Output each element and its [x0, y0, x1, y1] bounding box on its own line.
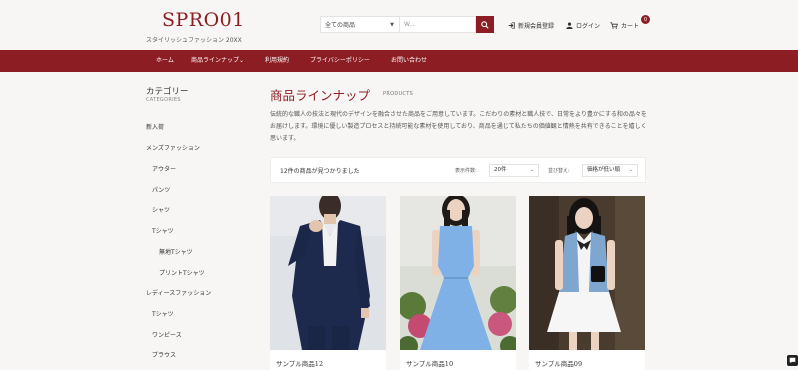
nav-home[interactable]: ホーム — [156, 50, 174, 72]
sidebar-subtitle: CATEGORIES — [146, 97, 181, 103]
product-card[interactable]: サンプル商品12 — [270, 196, 386, 370]
register-link[interactable]: 新規会員登録 — [508, 21, 554, 30]
sidebar-item-ladies[interactable]: レディースファッション — [146, 288, 211, 297]
search-button[interactable] — [476, 16, 494, 33]
product-name[interactable]: サンプル商品10 — [406, 358, 453, 368]
chevron-down-icon: ⌄ — [628, 167, 633, 173]
sign-in-icon — [508, 22, 515, 29]
nav-terms[interactable]: 利用規約 — [265, 50, 289, 72]
sidebar-item-mens[interactable]: メンズファッション — [146, 143, 200, 152]
sidebar-item-onepiece[interactable]: ワンピース — [152, 330, 182, 339]
product-card[interactable]: サンプル商品09 — [529, 196, 645, 370]
cart-icon — [610, 22, 618, 29]
product-image[interactable] — [529, 196, 645, 350]
per-page-select[interactable]: 20件 ⌄ — [489, 164, 539, 177]
per-page-label: 表示件数: — [455, 168, 477, 174]
sidebar-item-new[interactable]: 新入荷 — [146, 122, 164, 131]
chevron-down-icon: ⌄ — [529, 167, 534, 173]
search-bar: 全ての商品 ▼ W... — [320, 16, 494, 33]
product-name[interactable]: サンプル商品09 — [535, 358, 582, 368]
site-header: SPRO01 スタイリッシュファッション 20XX 全ての商品 ▼ W... 新… — [0, 0, 798, 50]
search-icon — [481, 20, 489, 29]
sort-select[interactable]: 価格が低い順 ⌄ — [582, 164, 638, 177]
intro-text: 伝統的な職人の技法と現代のデザインを融合させた商品をご用意しています。こだわりの… — [270, 111, 647, 142]
register-link-label: 新規会員登録 — [518, 23, 555, 30]
nav-products[interactable]: 商品ラインナップ⌄ — [191, 50, 244, 72]
sort-value: 価格が低い順 — [587, 167, 621, 173]
help-button[interactable] — [787, 355, 798, 366]
search-input[interactable]: W... — [400, 16, 476, 33]
site-logo[interactable]: SPRO01 — [162, 9, 245, 31]
site-tagline: スタイリッシュファッション 20XX — [146, 37, 242, 44]
search-input-text: W... — [404, 21, 415, 28]
cart-link-label: カート — [621, 23, 640, 30]
sort-label: 並び替え: — [548, 168, 570, 174]
sidebar-item-blouse[interactable]: ブラウス — [152, 350, 176, 359]
login-link[interactable]: ログイン — [566, 21, 600, 30]
nav-privacy[interactable]: プライバシーポリシー — [310, 50, 370, 72]
sidebar-item-tshirts[interactable]: Tシャツ — [152, 226, 174, 235]
search-category-select[interactable]: 全ての商品 ▼ — [320, 16, 400, 33]
page-title: 商品ラインナップ — [270, 88, 371, 103]
product-card[interactable]: サンプル商品10 — [400, 196, 516, 370]
chat-icon — [789, 357, 796, 364]
cart-count-badge: 0 — [641, 15, 650, 24]
per-page-value: 20件 — [494, 167, 507, 173]
nav-contact[interactable]: お問い合わせ — [391, 50, 427, 72]
page-subtitle: PRODUCTS — [383, 91, 414, 97]
sidebar-item-ladies-tshirts[interactable]: Tシャツ — [152, 309, 174, 318]
sidebar-title: カテゴリー — [146, 87, 189, 97]
sidebar-item-print-tshirts[interactable]: プリントTシャツ — [159, 268, 205, 277]
product-image[interactable] — [400, 196, 516, 350]
product-name[interactable]: サンプル商品12 — [276, 358, 323, 368]
search-category-value: 全ての商品 — [325, 22, 356, 29]
sidebar-item-outer[interactable]: アウター — [152, 164, 176, 173]
product-image[interactable] — [270, 196, 386, 350]
main-nav: ホーム 商品ラインナップ⌄ 利用規約 プライバシーポリシー お問い合わせ — [0, 50, 798, 72]
user-icon — [566, 22, 573, 29]
product-toolbar: 12件の商品が見つかりました 表示件数: 20件 ⌄ 並び替え: 価格が低い順 … — [270, 157, 646, 183]
result-count: 12件の商品が見つかりました — [280, 168, 360, 175]
sidebar-item-shirts[interactable]: シャツ — [152, 205, 170, 214]
login-link-label: ログイン — [576, 23, 601, 30]
chevron-down-icon: ▼ — [390, 22, 394, 28]
cart-link[interactable]: カート — [610, 21, 639, 30]
sidebar-item-plain-tshirts[interactable]: 無地Tシャツ — [159, 247, 193, 256]
sidebar-item-pants[interactable]: パンツ — [152, 185, 170, 194]
